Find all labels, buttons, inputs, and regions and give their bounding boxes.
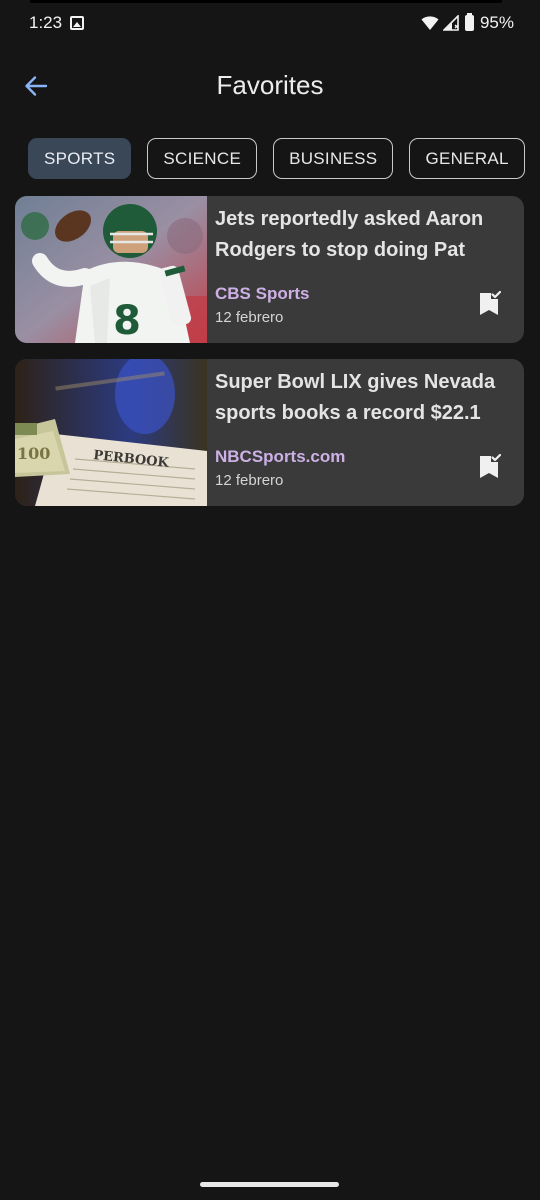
sportsbook-cash-photo: PERBOOK 100 <box>15 359 207 506</box>
top-app-bar: Favorites <box>0 56 540 116</box>
chip-general[interactable]: GENERAL <box>409 138 525 179</box>
article-source: NBCSports.com <box>215 447 346 466</box>
signal-icon <box>442 15 459 31</box>
category-chips: SPORTS SCIENCE BUSINESS GENERAL <box>28 138 525 179</box>
article-title: Super Bowl LIX gives Nevada sports books… <box>215 371 496 424</box>
battery-percent: 95% <box>479 13 514 32</box>
article-thumbnail: PERBOOK 100 <box>15 359 207 506</box>
football-quarterback-photo: 8 <box>15 196 207 343</box>
camera-cutout-edge <box>30 0 502 3</box>
chip-business[interactable]: BUSINESS <box>273 138 394 179</box>
svg-text:8: 8 <box>113 298 141 343</box>
article-card[interactable]: PERBOOK 100 Super Bowl LIX gives Nevada … <box>15 359 524 506</box>
battery-icon <box>464 13 474 31</box>
bookmark-added-icon <box>480 453 502 478</box>
wifi-icon <box>421 16 439 30</box>
gesture-nav-bar[interactable] <box>200 1182 339 1187</box>
article-source: CBS Sports <box>215 284 310 303</box>
svg-text:100: 100 <box>17 444 50 463</box>
chip-sports[interactable]: SPORTS <box>28 138 132 179</box>
status-time: 1:23 <box>29 13 63 32</box>
chip-science[interactable]: SCIENCE <box>147 138 258 179</box>
status-icons: 95% <box>421 13 514 33</box>
article-title: Jets reportedly asked Aaron Rodgers to s… <box>215 208 484 261</box>
screen: 1:23 95% Favorites SPORTS SCIENCE BUSINE… <box>0 0 540 1200</box>
bookmark-added-icon <box>480 290 502 315</box>
image-icon <box>70 16 84 30</box>
article-thumbnail: 8 <box>15 196 207 343</box>
status-bar: 1:23 95% <box>0 0 540 48</box>
bookmark-button[interactable] <box>476 453 504 481</box>
article-date: 12 febrero <box>215 472 284 489</box>
article-date: 12 febrero <box>215 309 284 326</box>
bookmark-button[interactable] <box>476 290 504 318</box>
page-title: Favorites <box>216 70 324 100</box>
article-card[interactable]: 8 Jets reportedly asked Aaron Rodgers to… <box>15 196 524 343</box>
